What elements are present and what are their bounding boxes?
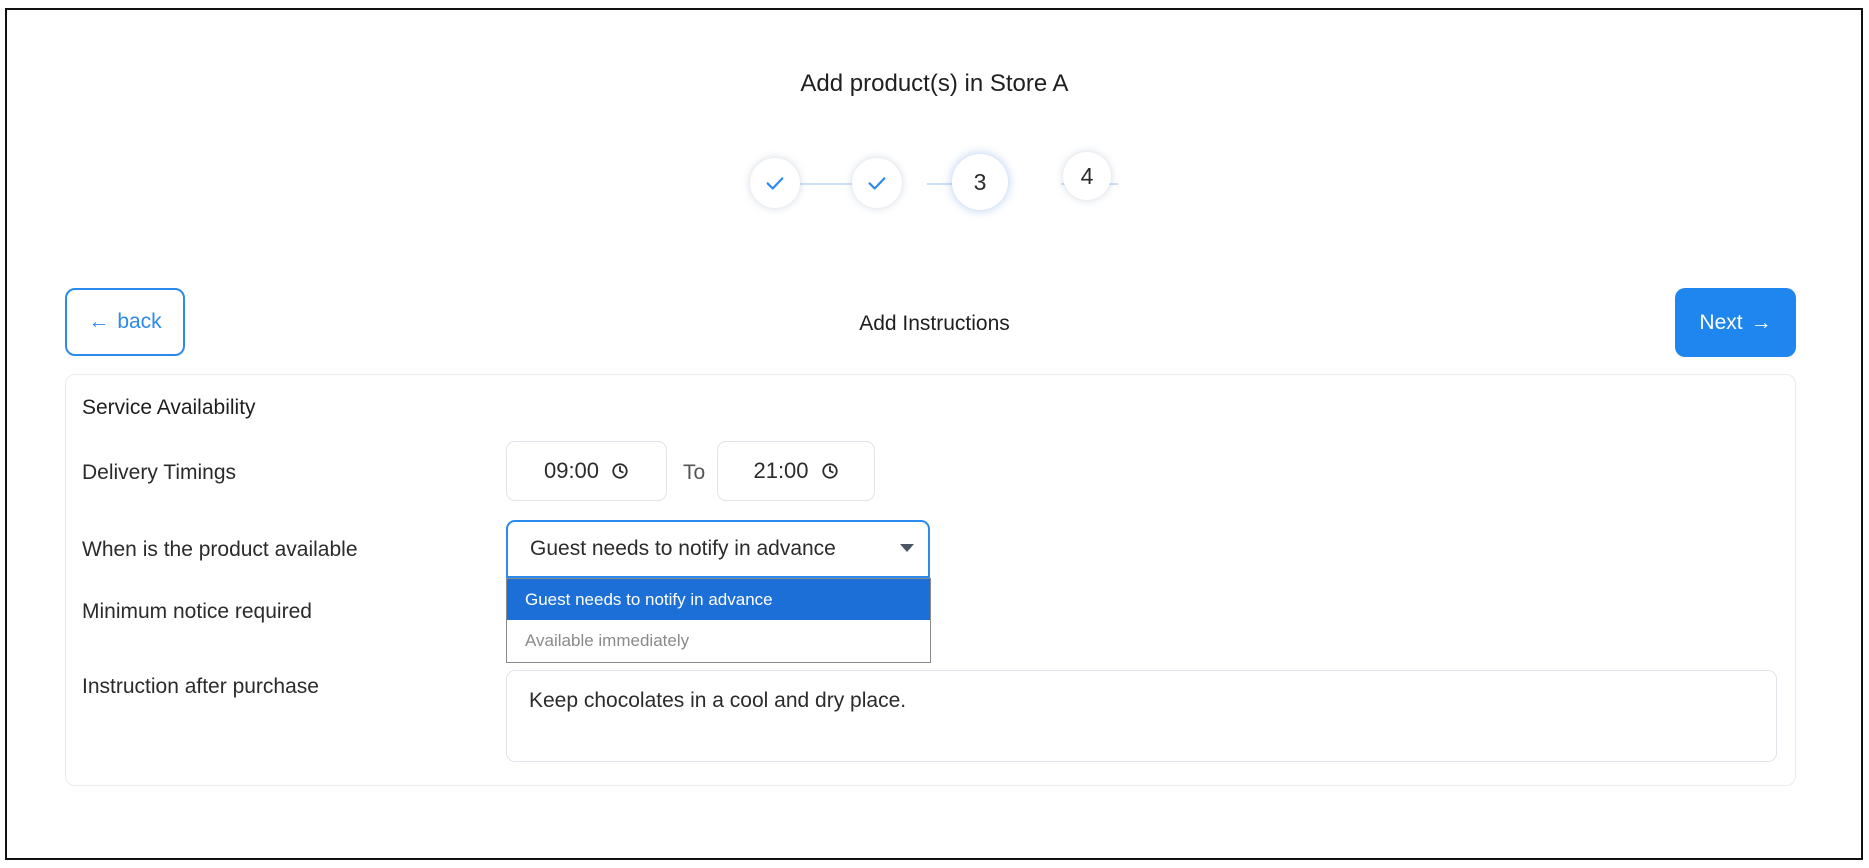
time-from-input[interactable]: 09:00 (506, 441, 667, 501)
instruction-text: Keep chocolates in a cool and dry place. (529, 689, 907, 712)
time-from-value: 09:00 (543, 458, 600, 483)
clock-icon (612, 463, 628, 479)
step-2-completed[interactable] (852, 158, 902, 208)
clock-icon (821, 463, 838, 479)
time-to-input[interactable]: 21:00 (717, 441, 875, 501)
availability-option-notify-in-advance[interactable]: Guest needs to notify in advance (507, 579, 930, 620)
minimum-notice-label: Minimum notice required (82, 600, 312, 623)
instruction-after-purchase-label: Instruction after purchase (82, 675, 319, 698)
availability-selected-value: Guest needs to notify in advance (530, 537, 836, 560)
next-button[interactable]: Next → (1675, 288, 1796, 357)
delivery-timings-label: Delivery Timings (82, 461, 237, 484)
availability-dropdown-list: Guest needs to notify in advance Availab… (506, 578, 931, 663)
panel-heading: Service Availability (82, 396, 256, 419)
availability-select[interactable]: Guest needs to notify in advance (506, 520, 930, 578)
caret-down-icon (900, 544, 914, 552)
check-icon (766, 177, 784, 190)
check-icon (868, 177, 886, 190)
step-4-upcoming[interactable]: 4 (1063, 152, 1111, 200)
section-title: Add Instructions (859, 312, 1010, 335)
time-range-to-label: To (683, 461, 706, 484)
arrow-right-icon: → (1750, 310, 1772, 334)
step-1-completed[interactable] (750, 158, 800, 208)
time-to-value: 21:00 (753, 458, 809, 483)
step-3-current[interactable]: 3 (952, 154, 1008, 210)
step-number: 3 (973, 168, 987, 195)
step-number: 4 (1080, 162, 1094, 189)
availability-option-available-immediately[interactable]: Available immediately (507, 620, 930, 662)
next-label: Next (1699, 310, 1743, 334)
stepper: 3 4 (0, 0, 1869, 220)
availability-label: When is the product available (82, 538, 358, 561)
instruction-textarea[interactable]: Keep chocolates in a cool and dry place. (506, 670, 1777, 762)
